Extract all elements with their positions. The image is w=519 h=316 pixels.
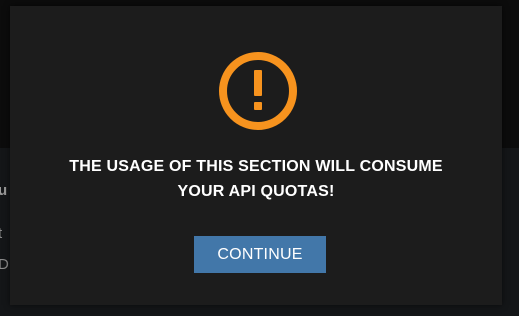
continue-button[interactable]: CONTINUE bbox=[194, 236, 326, 273]
background-partial-text: t bbox=[0, 225, 3, 242]
warning-message-line-1: THE USAGE OF THIS SECTION WILL CONSUME bbox=[69, 158, 443, 175]
warning-message-line-2: YOUR API QUOTAS! bbox=[177, 183, 335, 200]
warning-exclamation-icon bbox=[219, 52, 297, 130]
background-partial-text: D bbox=[0, 256, 9, 273]
warning-message: THE USAGE OF THIS SECTION WILL CONSUME Y… bbox=[10, 154, 502, 204]
api-quota-warning-modal: THE USAGE OF THIS SECTION WILL CONSUME Y… bbox=[10, 6, 502, 305]
page: u t D THE USAGE OF THIS SECTION WILL CON… bbox=[0, 0, 519, 316]
background-partial-heading: u bbox=[0, 182, 8, 199]
